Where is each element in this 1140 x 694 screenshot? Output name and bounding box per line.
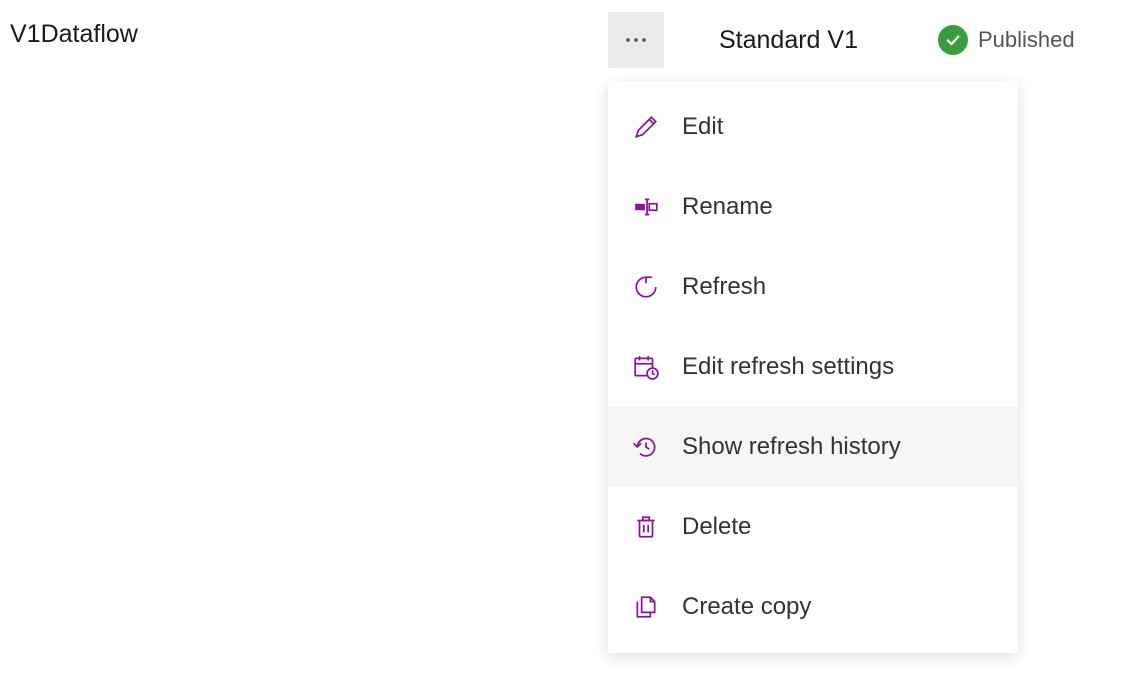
- menu-item-label: Edit refresh settings: [682, 353, 894, 381]
- menu-item-edit[interactable]: Edit: [608, 87, 1018, 167]
- menu-item-label: Refresh: [682, 273, 766, 301]
- menu-item-rename[interactable]: Rename: [608, 167, 1018, 247]
- menu-item-label: Create copy: [682, 593, 811, 621]
- menu-item-edit-refresh-settings[interactable]: Edit refresh settings: [608, 327, 1018, 407]
- pencil-icon: [632, 113, 660, 141]
- history-icon: [632, 433, 660, 461]
- menu-item-label: Rename: [682, 193, 773, 221]
- refresh-icon: [632, 273, 660, 301]
- calendar-clock-icon: [632, 353, 660, 381]
- rename-icon: [632, 193, 660, 221]
- copy-icon: [632, 593, 660, 621]
- menu-item-label: Edit: [682, 113, 723, 141]
- menu-item-show-refresh-history[interactable]: Show refresh history: [608, 407, 1018, 487]
- dataflow-name[interactable]: V1Dataflow: [10, 20, 138, 49]
- status-section: Published: [938, 25, 1075, 55]
- menu-item-label: Show refresh history: [682, 433, 901, 461]
- trash-icon: [632, 513, 660, 541]
- version-label: Standard V1: [719, 26, 858, 55]
- context-menu: Edit Rename Refresh: [608, 81, 1018, 653]
- check-circle-icon: [938, 25, 968, 55]
- menu-item-create-copy[interactable]: Create copy: [608, 567, 1018, 647]
- status-text: Published: [978, 27, 1075, 53]
- more-icon: [626, 38, 646, 42]
- menu-item-delete[interactable]: Delete: [608, 487, 1018, 567]
- more-options-button[interactable]: [608, 12, 664, 68]
- menu-item-refresh[interactable]: Refresh: [608, 247, 1018, 327]
- header-right-section: Standard V1 Published: [608, 12, 1075, 68]
- menu-item-label: Delete: [682, 513, 751, 541]
